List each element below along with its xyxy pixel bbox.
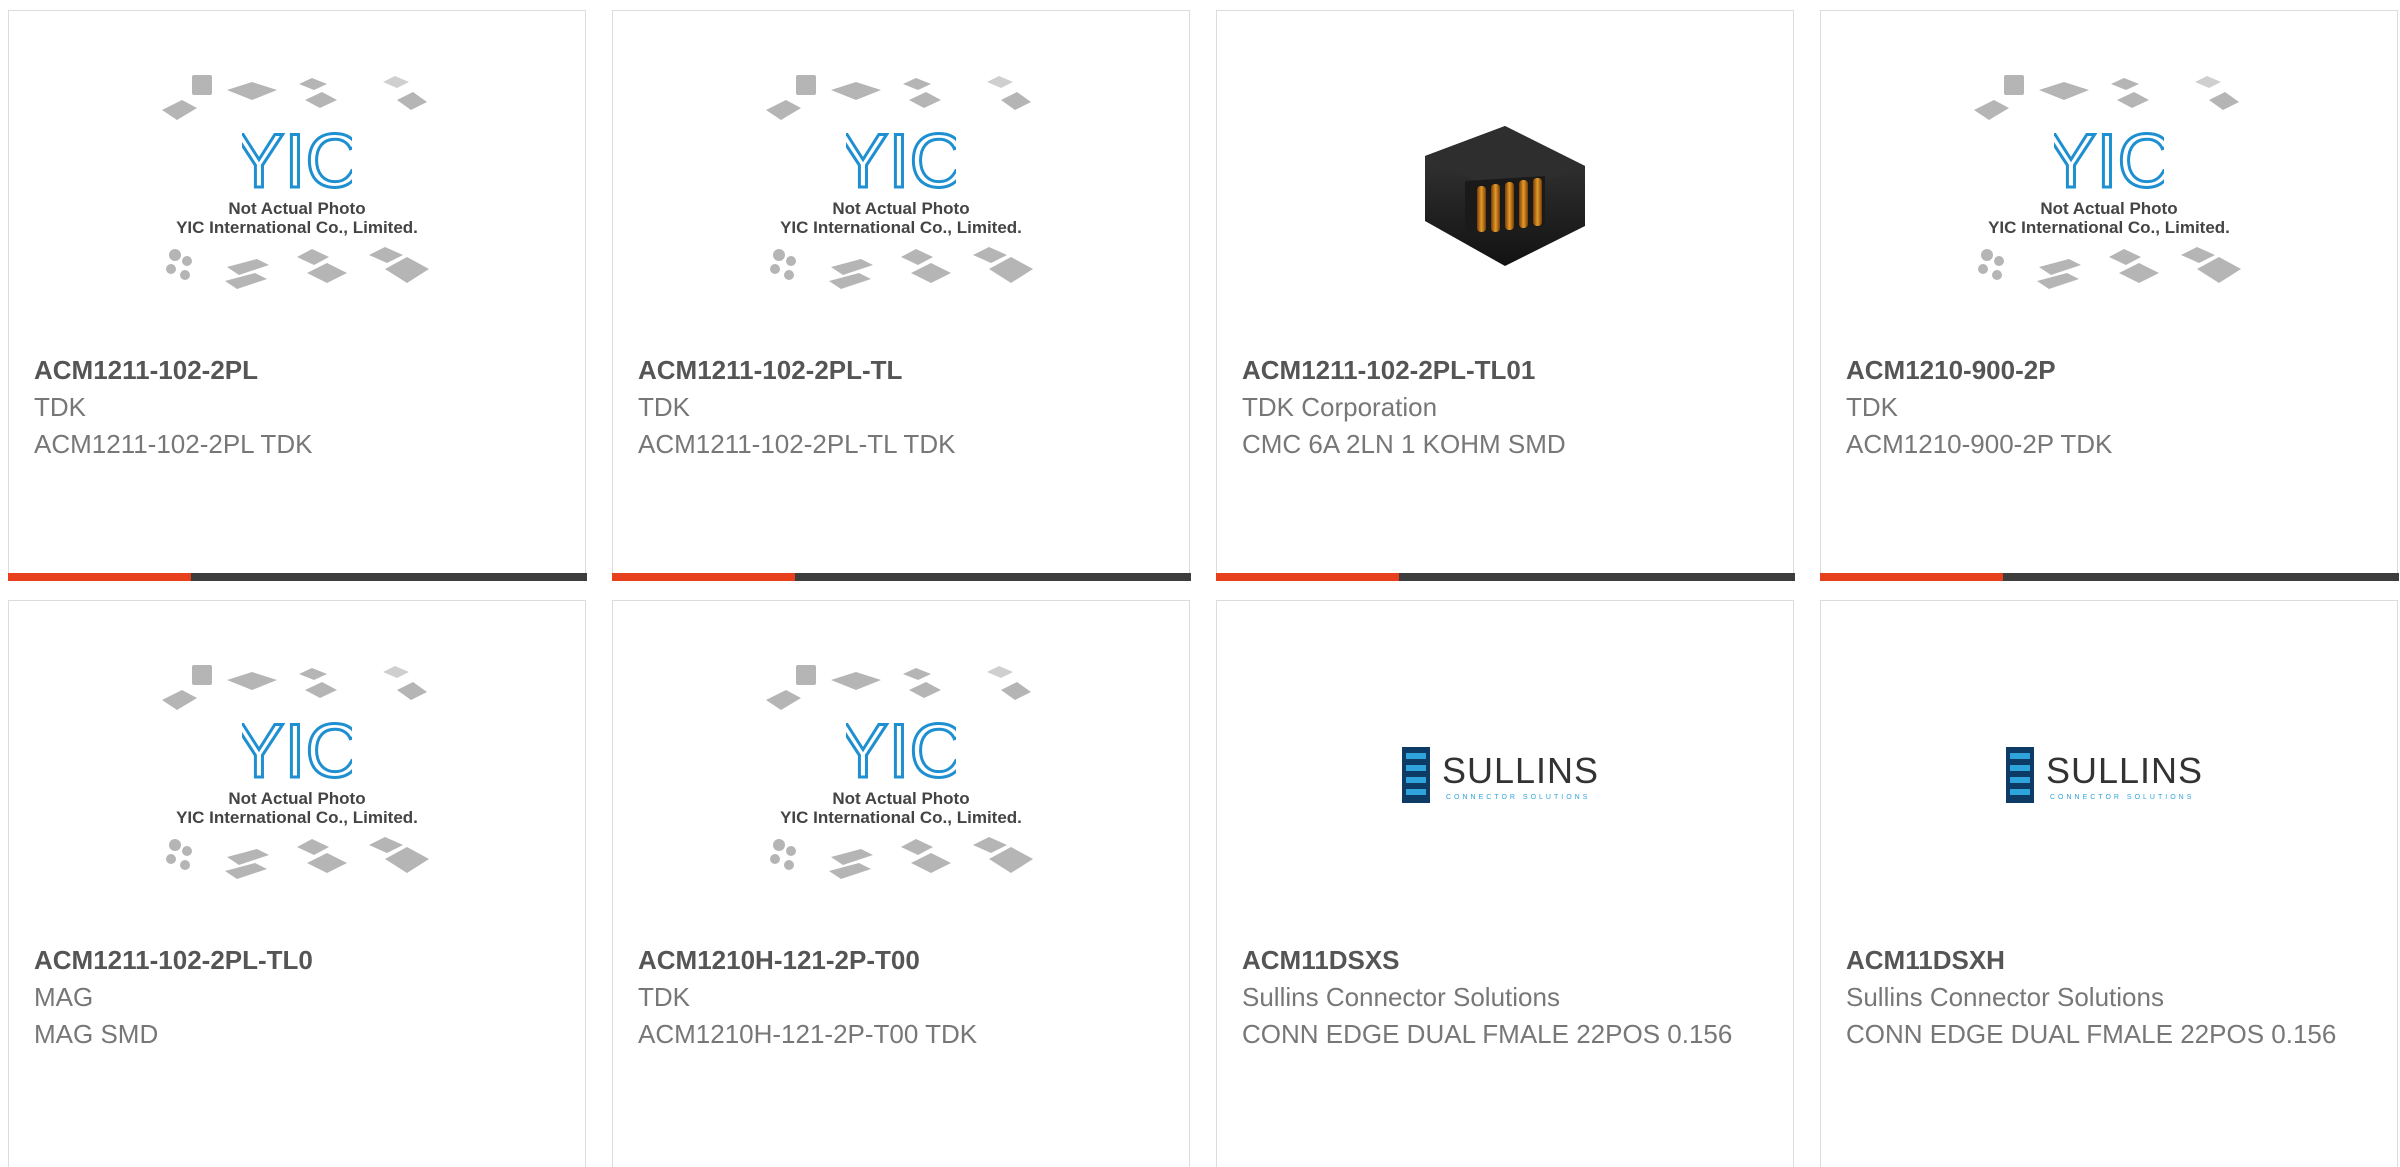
description: CONN EDGE DUAL FMALE 22POS 0.156 (1242, 1019, 1733, 1049)
product-info: ACM1211-102-2PL-TL TDK ACM1211-102-2PL-T… (638, 351, 1169, 463)
svg-text:YIC: YIC (846, 125, 956, 197)
placeholder-image: YIC Not Actual Photo YIC International C… (1969, 70, 2249, 302)
product-image[interactable]: YIC Not Actual Photo YIC International C… (613, 11, 1189, 361)
svg-text:CONNECTOR SOLUTIONS: CONNECTOR SOLUTIONS (1446, 794, 1590, 801)
card-bottom-bar (611, 572, 1191, 581)
placeholder-caption-1: Not Actual Photo (832, 199, 970, 218)
product-info: ACM11DSXH Sullins Connector Solutions CO… (1846, 941, 2377, 1053)
product-info: ACM1210-900-2P TDK ACM1210-900-2P TDK (1846, 351, 2377, 463)
product-card[interactable]: YIC Not Actual Photo YIC International C… (612, 600, 1190, 1167)
placeholder-image: YIC Not Actual Photo YIC International C… (761, 70, 1041, 302)
manufacturer: TDK Corporation (1242, 392, 1438, 422)
chip-graphics-icon (761, 660, 1041, 715)
product-grid: YIC Not Actual Photo YIC International C… (0, 0, 2400, 1167)
card-accent-bar (611, 572, 795, 581)
placeholder-caption-1: Not Actual Photo (2040, 199, 2178, 218)
inductor-photo (1425, 126, 1585, 266)
part-number[interactable]: ACM11DSXH (1846, 941, 2377, 979)
yic-logo-icon: YIC (2054, 125, 2164, 197)
product-card[interactable]: YIC Not Actual Photo YIC International C… (7, 10, 587, 581)
placeholder-caption-2: YIC International Co., Limited. (176, 218, 418, 237)
product-image[interactable] (1217, 11, 1793, 361)
manufacturer: TDK (638, 982, 690, 1012)
card-accent-bar (1215, 572, 1399, 581)
placeholder-image: YIC Not Actual Photo YIC International C… (157, 660, 437, 892)
product-card[interactable]: YIC Not Actual Photo YIC International C… (611, 10, 1191, 581)
chip-graphics-icon (761, 837, 1041, 892)
svg-text:YIC: YIC (846, 715, 956, 787)
part-number[interactable]: ACM1211-102-2PL-TL0 (34, 941, 565, 979)
manufacturer: TDK (1846, 392, 1898, 422)
sullins-logo: SULLINS CONNECTOR SOLUTIONS (2006, 747, 2203, 803)
sullins-logo: SULLINS CONNECTOR SOLUTIONS (1402, 747, 1599, 803)
manufacturer: MAG (34, 982, 94, 1012)
description: CMC 6A 2LN 1 KOHM SMD (1242, 429, 1566, 459)
svg-text:SULLINS: SULLINS (2046, 750, 2203, 791)
product-image[interactable]: YIC Not Actual Photo YIC International C… (9, 11, 585, 361)
description: ACM1211-102-2PL-TL TDK (638, 429, 956, 459)
product-image[interactable]: YIC Not Actual Photo YIC International C… (1821, 11, 2397, 361)
product-card[interactable]: SULLINS CONNECTOR SOLUTIONS ACM11DSXS Su… (1216, 600, 1794, 1167)
product-info: ACM1211-102-2PL-TL01 TDK Corporation CMC… (1242, 351, 1773, 463)
card-accent-bar (7, 572, 191, 581)
yic-logo-icon: YIC (846, 125, 956, 197)
chip-graphics-icon (761, 70, 1041, 125)
manufacturer: TDK (34, 392, 86, 422)
card-accent-bar (1819, 572, 2003, 581)
product-card[interactable]: SULLINS CONNECTOR SOLUTIONS ACM11DSXH Su… (1820, 600, 2398, 1167)
description: ACM1210-900-2P TDK (1846, 429, 2113, 459)
product-image[interactable]: YIC Not Actual Photo YIC International C… (9, 601, 585, 951)
placeholder-caption-1: Not Actual Photo (832, 789, 970, 808)
description: MAG SMD (34, 1019, 159, 1049)
chip-graphics-icon (157, 837, 437, 892)
product-image[interactable]: SULLINS CONNECTOR SOLUTIONS (1217, 601, 1793, 951)
card-bottom-bar (1215, 572, 1795, 581)
part-number[interactable]: ACM1210H-121-2P-T00 (638, 941, 1169, 979)
description: ACM1211-102-2PL TDK (34, 429, 313, 459)
product-card[interactable]: ACM1211-102-2PL-TL01 TDK Corporation CMC… (1215, 10, 1795, 581)
placeholder-caption-1: Not Actual Photo (228, 199, 366, 218)
card-bottom-bar (1819, 572, 2399, 581)
chip-graphics-icon (157, 247, 437, 302)
description: ACM1210H-121-2P-T00 TDK (638, 1019, 978, 1049)
card-bottom-bar (7, 572, 587, 581)
product-image[interactable]: SULLINS CONNECTOR SOLUTIONS (1821, 601, 2397, 951)
svg-text:YIC: YIC (2054, 125, 2164, 197)
svg-text:YIC: YIC (242, 125, 352, 197)
product-info: ACM11DSXS Sullins Connector Solutions CO… (1242, 941, 1773, 1053)
chip-graphics-icon (157, 660, 437, 715)
svg-text:YIC: YIC (242, 715, 352, 787)
product-info: ACM1211-102-2PL TDK ACM1211-102-2PL TDK (34, 351, 565, 463)
product-info: ACM1210H-121-2P-T00 TDK ACM1210H-121-2P-… (638, 941, 1169, 1053)
product-card[interactable]: YIC Not Actual Photo YIC International C… (1819, 10, 2399, 581)
chip-graphics-icon (1969, 70, 2249, 125)
description: CONN EDGE DUAL FMALE 22POS 0.156 (1846, 1019, 2337, 1049)
manufacturer: Sullins Connector Solutions (1242, 982, 1560, 1012)
yic-logo-icon: YIC (242, 125, 352, 197)
part-number[interactable]: ACM1210-900-2P (1846, 351, 2377, 389)
chip-graphics-icon (1969, 247, 2249, 302)
chip-graphics-icon (157, 70, 437, 125)
part-number[interactable]: ACM1211-102-2PL (34, 351, 565, 389)
manufacturer: Sullins Connector Solutions (1846, 982, 2164, 1012)
placeholder-caption-1: Not Actual Photo (228, 789, 366, 808)
product-card[interactable]: YIC Not Actual Photo YIC International C… (8, 600, 586, 1167)
product-info: ACM1211-102-2PL-TL0 MAG MAG SMD (34, 941, 565, 1053)
yic-logo-icon: YIC (846, 715, 956, 787)
placeholder-caption-2: YIC International Co., Limited. (1988, 218, 2230, 237)
part-number[interactable]: ACM1211-102-2PL-TL (638, 351, 1169, 389)
placeholder-image: YIC Not Actual Photo YIC International C… (761, 660, 1041, 892)
yic-logo-icon: YIC (242, 715, 352, 787)
placeholder-image: YIC Not Actual Photo YIC International C… (157, 70, 437, 302)
chip-graphics-icon (761, 247, 1041, 302)
svg-text:SULLINS: SULLINS (1442, 750, 1599, 791)
part-number[interactable]: ACM1211-102-2PL-TL01 (1242, 351, 1773, 389)
manufacturer: TDK (638, 392, 690, 422)
product-image[interactable]: YIC Not Actual Photo YIC International C… (613, 601, 1189, 951)
placeholder-caption-2: YIC International Co., Limited. (780, 808, 1022, 827)
part-number[interactable]: ACM11DSXS (1242, 941, 1773, 979)
svg-text:CONNECTOR SOLUTIONS: CONNECTOR SOLUTIONS (2050, 794, 2194, 801)
placeholder-caption-2: YIC International Co., Limited. (176, 808, 418, 827)
placeholder-caption-2: YIC International Co., Limited. (780, 218, 1022, 237)
